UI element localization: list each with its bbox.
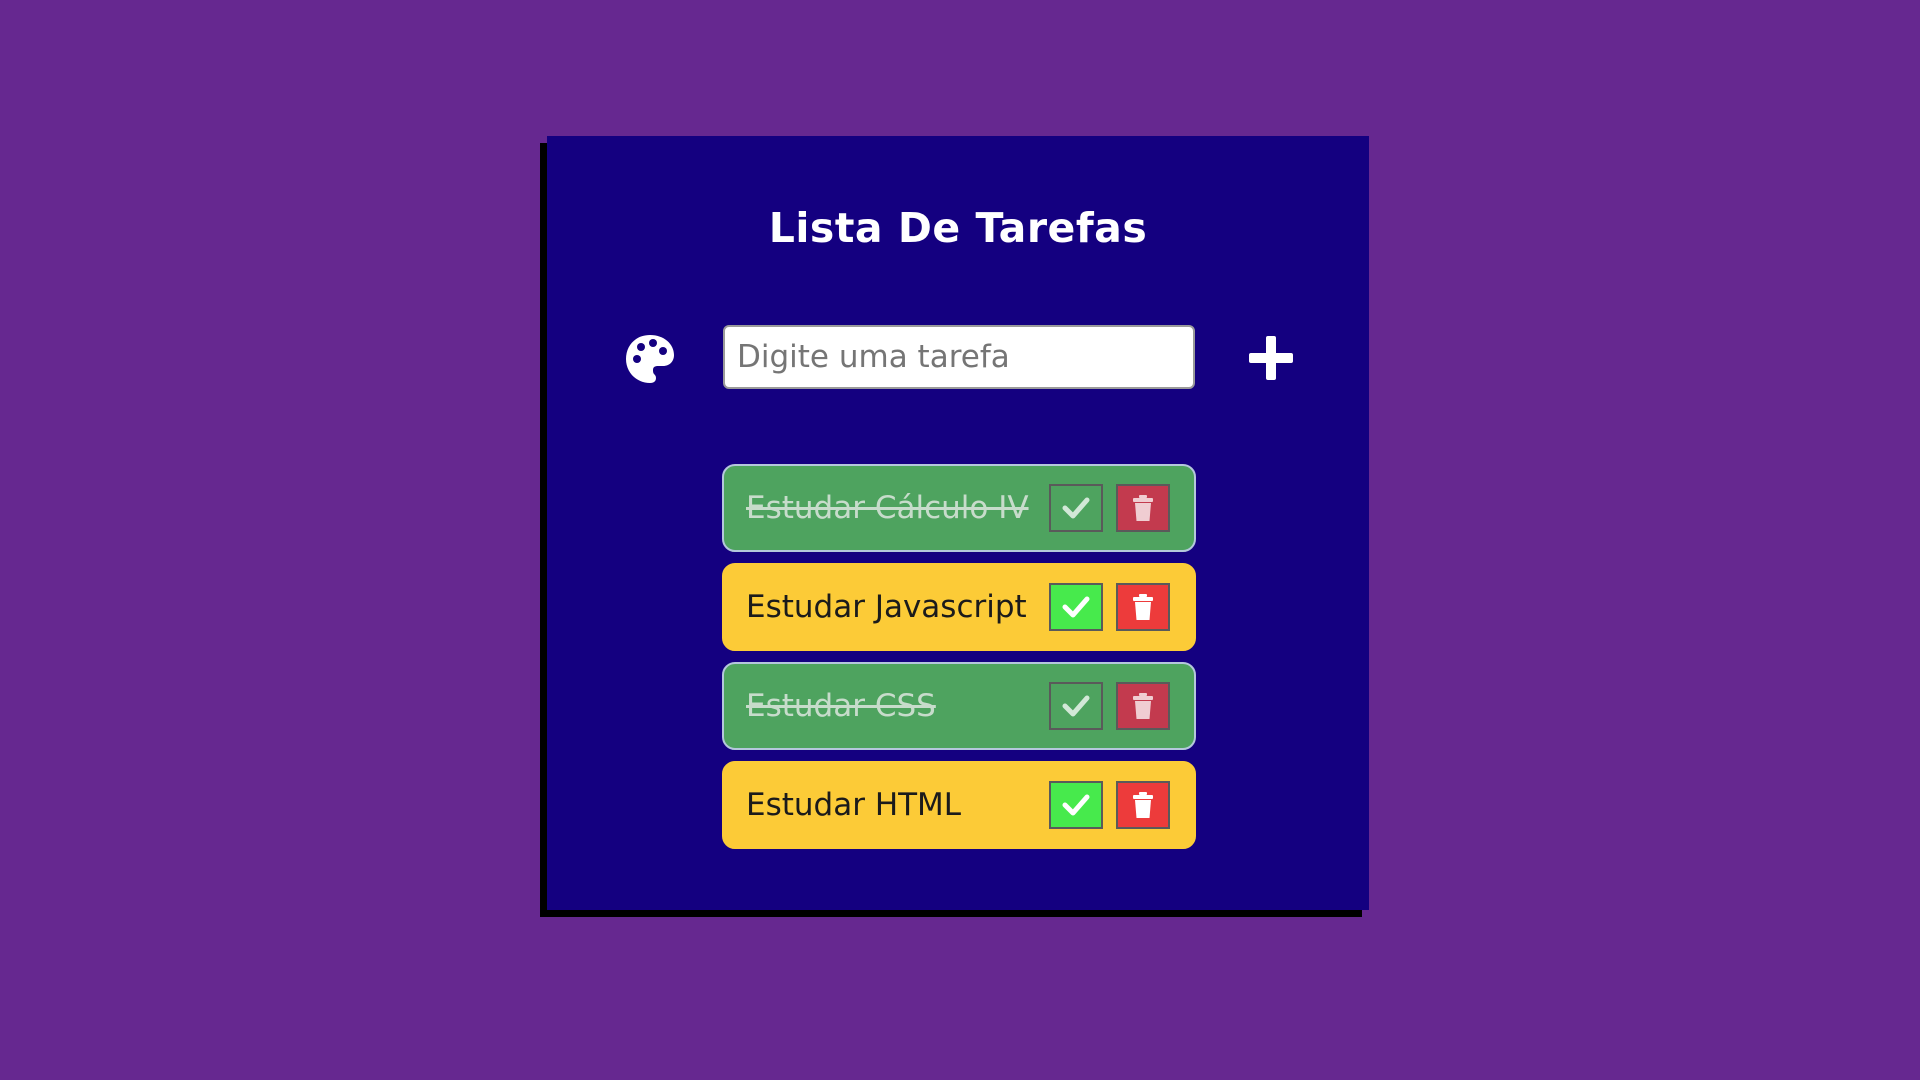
trash-icon [1133,594,1153,620]
todo-item-2: Estudar Javascript [722,563,1196,651]
complete-task-button[interactable] [1049,583,1103,631]
check-icon [1062,695,1090,717]
trash-icon [1133,495,1153,521]
complete-task-button[interactable] [1049,781,1103,829]
todo-item-4: Estudar HTML [722,761,1196,849]
todo-item-1: Estudar Cálculo IV [722,464,1196,552]
add-task-button[interactable] [1245,332,1297,384]
plus-icon [1249,336,1293,380]
check-icon [1062,596,1090,618]
theme-toggle-button[interactable] [623,332,677,386]
trash-icon [1133,693,1153,719]
todo-text: Estudar HTML [746,787,962,823]
todo-list: Estudar Cálculo IV Estudar Javascript Es… [722,464,1196,860]
complete-task-button[interactable] [1049,484,1103,532]
delete-task-button[interactable] [1116,583,1170,631]
check-icon [1062,497,1090,519]
todo-text: Estudar Cálculo IV [746,490,1029,526]
delete-task-button[interactable] [1116,682,1170,730]
complete-task-button[interactable] [1049,682,1103,730]
page-title: Lista De Tarefas [768,204,1148,252]
todo-text: Estudar Javascript [746,589,1027,625]
task-input[interactable] [723,325,1195,389]
todo-panel: Lista De Tarefas Estudar Cálculo IV [547,136,1369,910]
todo-text: Estudar CSS [746,688,936,724]
delete-task-button[interactable] [1116,781,1170,829]
todo-item-3: Estudar CSS [722,662,1196,750]
delete-task-button[interactable] [1116,484,1170,532]
trash-icon [1133,792,1153,818]
palette-icon [626,335,674,383]
check-icon [1062,794,1090,816]
